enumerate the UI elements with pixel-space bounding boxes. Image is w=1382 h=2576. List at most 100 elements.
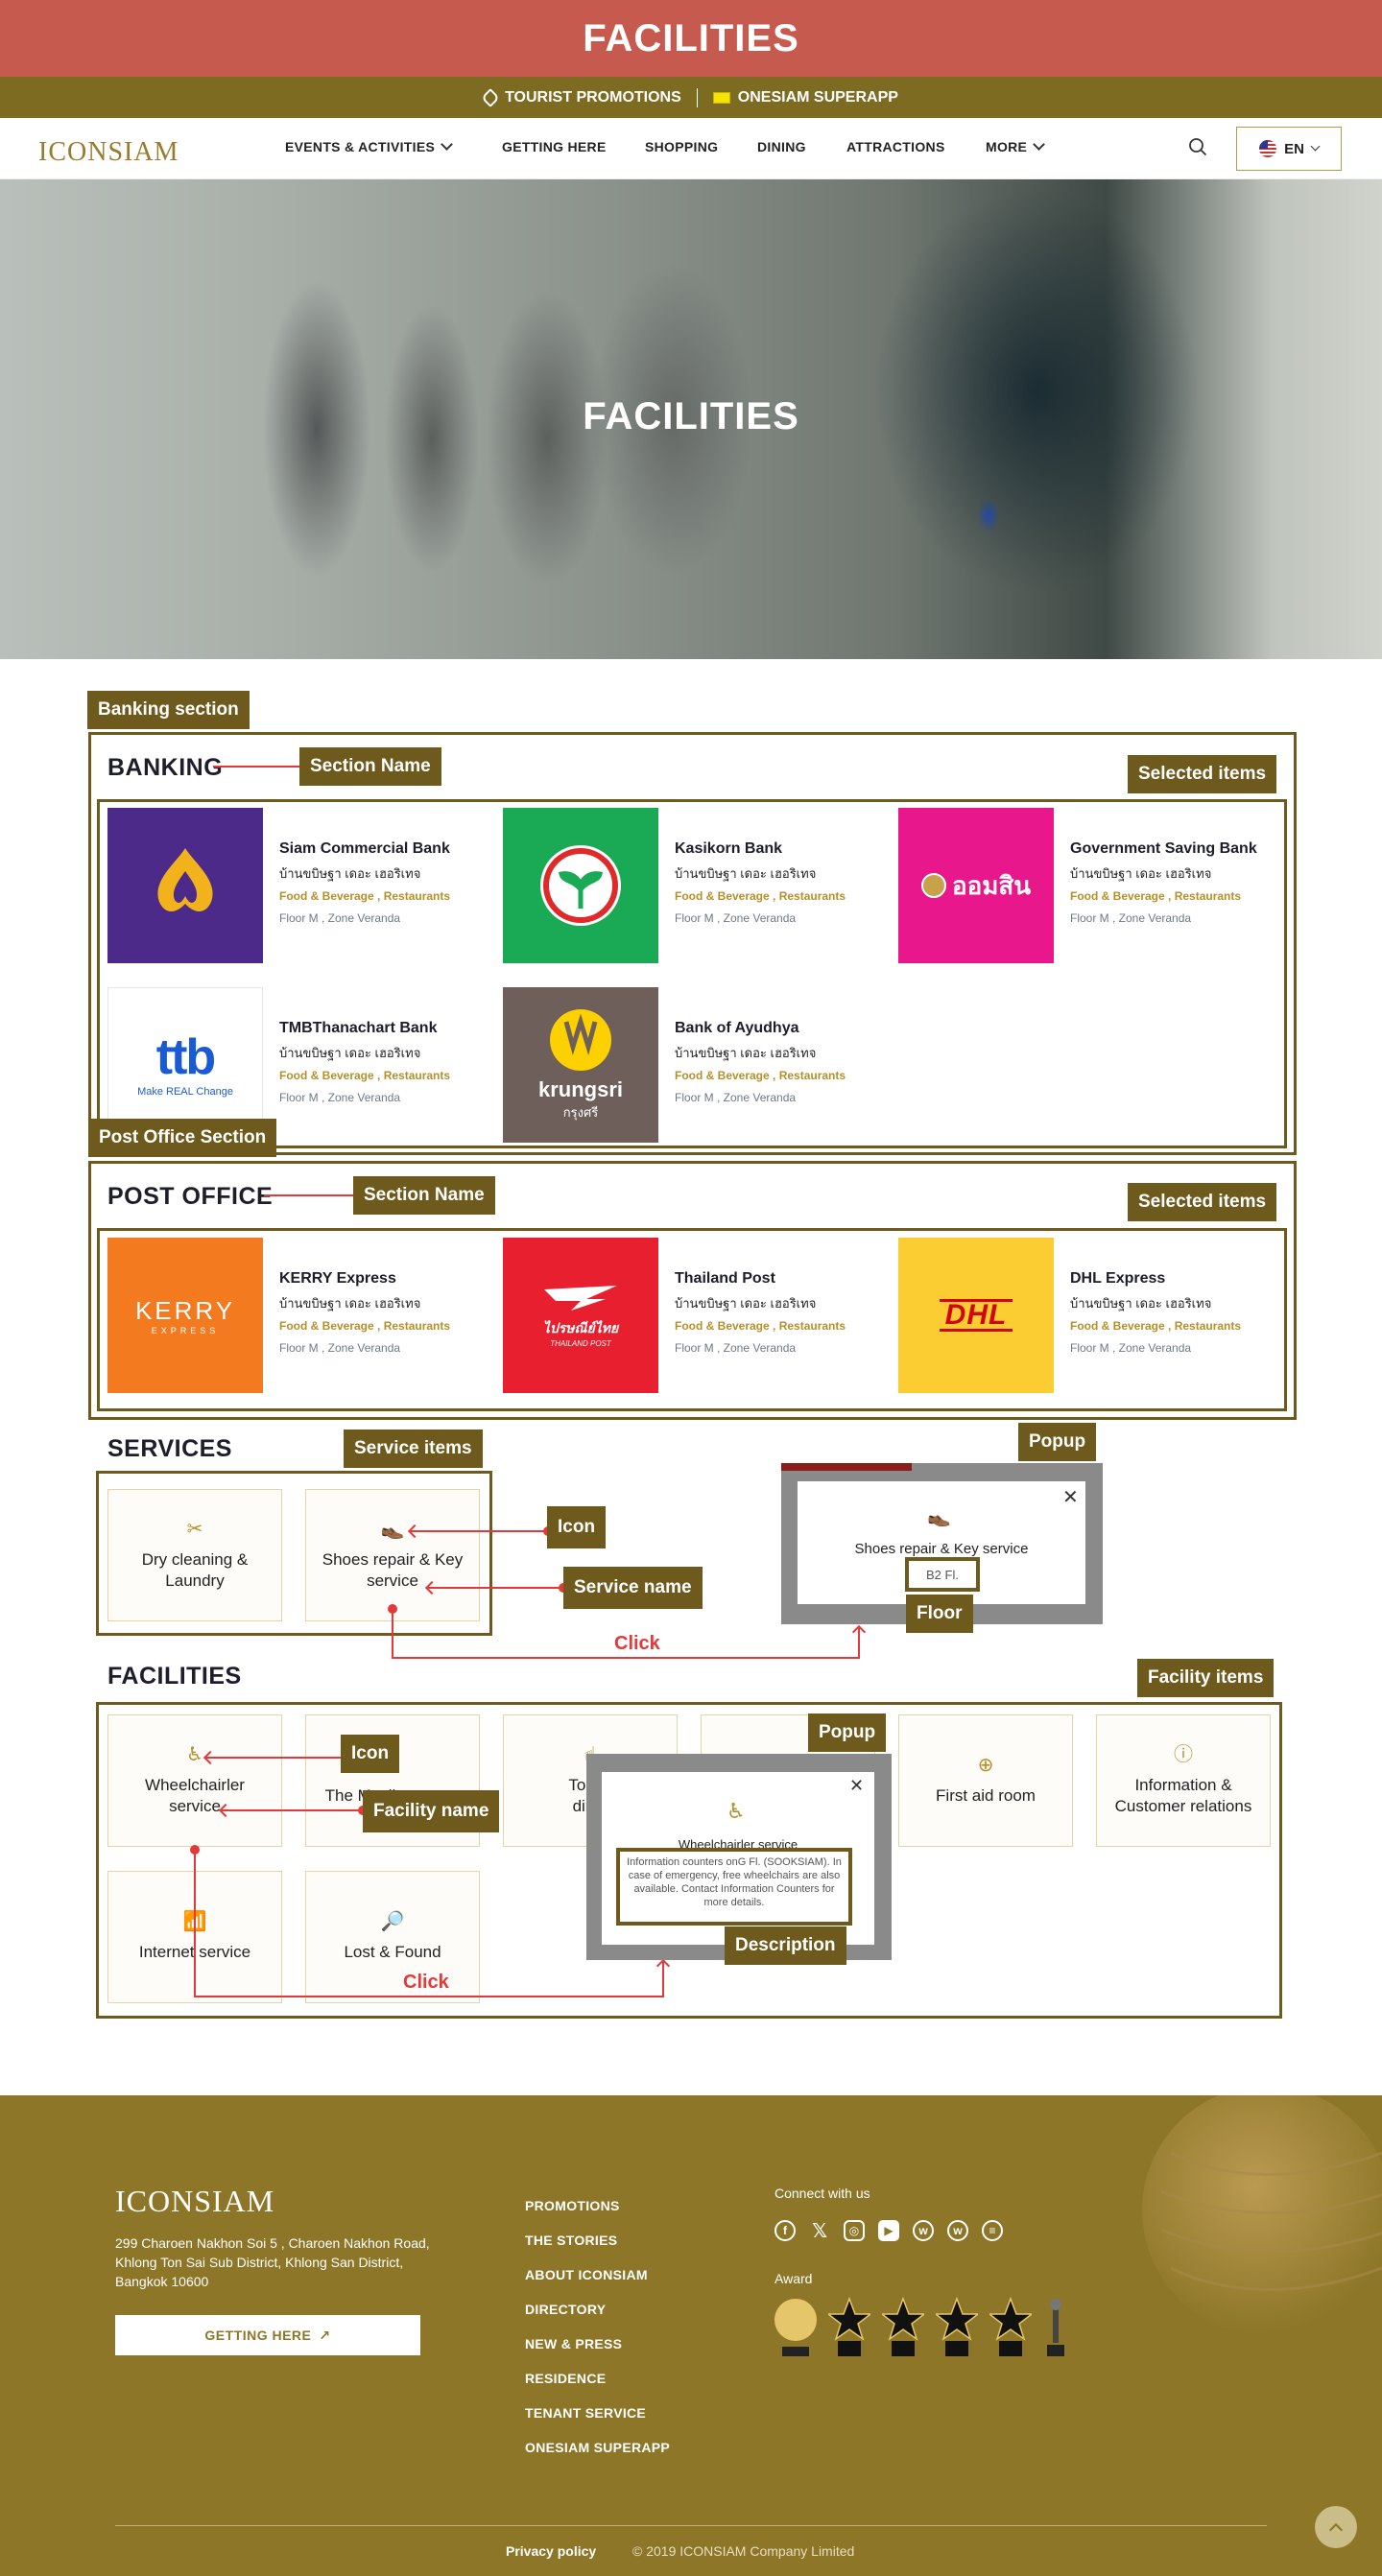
store-floor: Floor M , Zone Veranda bbox=[1070, 1341, 1192, 1355]
thailand-post-wing-icon bbox=[544, 1285, 617, 1311]
kerry-logo-sub: EXPRESS bbox=[151, 1325, 220, 1335]
annotation-post-office-section: Post Office Section bbox=[88, 1119, 277, 1157]
store-info: TMBThanachart Bank บ้านขบิษฐา เดอะ เฮอริ… bbox=[279, 1020, 500, 1104]
store-card-thailand-post[interactable]: ไปรษณีย์ไทย THAILAND POST bbox=[503, 1238, 658, 1393]
footer-link-tenant-service[interactable]: TENANT SERVICE bbox=[525, 2405, 646, 2421]
onesiam-superapp-link[interactable]: ONESIAM SUPERAPP bbox=[712, 88, 898, 106]
privacy-policy-link[interactable]: Privacy policy bbox=[506, 2543, 596, 2559]
store-card-kasikorn[interactable] bbox=[503, 808, 658, 963]
krungsri-logo-text: krungsri bbox=[537, 1076, 624, 1101]
connect-label: Connect with us bbox=[774, 2186, 870, 2201]
store-name: Bank of Ayudhya bbox=[675, 1020, 799, 1036]
krungsri-emblem-icon bbox=[550, 1008, 611, 1071]
footer-link-about[interactable]: ABOUT ICONSIAM bbox=[525, 2267, 648, 2282]
info-icon: ⓘ bbox=[1174, 1744, 1193, 1765]
language-selector[interactable]: EN bbox=[1236, 127, 1342, 171]
facebook-icon[interactable]: f bbox=[774, 2220, 796, 2241]
annotation-line bbox=[392, 1609, 393, 1657]
tourist-promotions-label: TOURIST PROMOTIONS bbox=[505, 88, 681, 106]
store-info: Bank of Ayudhya บ้านขบิษฐา เดอะ เฮอริเทจ… bbox=[675, 1020, 895, 1104]
onesiam-superapp-label: ONESIAM SUPERAPP bbox=[737, 88, 898, 106]
store-info: Siam Commercial Bank บ้านขบิษฐา เดอะ เฮอ… bbox=[279, 840, 500, 925]
chevron-up-icon bbox=[1328, 2522, 1344, 2537]
footer-link-directory[interactable]: DIRECTORY bbox=[525, 2302, 606, 2317]
krungsri-logo: krungsri กรุงศรี bbox=[503, 987, 658, 1143]
ttb-tagline: Make REAL Change bbox=[137, 1086, 233, 1098]
back-to-top-button[interactable] bbox=[1315, 2506, 1357, 2548]
weibo-icon[interactable]: w bbox=[913, 2220, 934, 2241]
annotation-line bbox=[213, 766, 299, 768]
iconsiam-logo[interactable]: ICONSIAM bbox=[38, 137, 179, 168]
youtube-icon[interactable]: ▶ bbox=[878, 2220, 899, 2241]
store-category: Food & Beverage , Restaurants bbox=[279, 889, 451, 903]
x-icon[interactable]: 𝕏 bbox=[809, 2220, 830, 2242]
footer-logo[interactable]: ICONSIAM bbox=[115, 2184, 274, 2219]
language-label: EN bbox=[1284, 140, 1304, 157]
facility-first-aid[interactable]: ⊕ First aid room bbox=[898, 1714, 1073, 1847]
annotation-line bbox=[222, 1809, 364, 1811]
store-category: Food & Beverage , Restaurants bbox=[675, 889, 846, 903]
store-name: Government Saving Bank bbox=[1070, 840, 1257, 857]
popup-service-name: Shoes repair & Key service bbox=[854, 1541, 1029, 1557]
nav-getting-here[interactable]: GETTING HERE bbox=[502, 139, 607, 154]
kasikorn-emblem-icon bbox=[540, 845, 621, 926]
store-subtitle: บ้านขบิษฐา เดอะ เฮอริเทจ bbox=[675, 1296, 817, 1311]
footer-divider bbox=[115, 2525, 1267, 2526]
nav-label: MORE bbox=[986, 139, 1028, 154]
store-floor: Floor M , Zone Veranda bbox=[279, 1091, 401, 1104]
annotation-facility-name: Facility name bbox=[363, 1790, 500, 1832]
facility-information[interactable]: ⓘ Information & Customer relations bbox=[1096, 1714, 1271, 1847]
footer-decoration bbox=[1142, 2095, 1382, 2335]
page-title: FACILITIES bbox=[583, 16, 799, 59]
store-card-scb[interactable] bbox=[107, 808, 263, 963]
facility-wheelchair[interactable]: ♿ Wheelchairler service bbox=[107, 1714, 282, 1847]
facility-name: First aid room bbox=[936, 1786, 1036, 1805]
service-shoes-repair[interactable]: 👞 Shoes repair & Key service bbox=[305, 1489, 480, 1621]
thailand-post-logo-text: ไปรษณีย์ไทย bbox=[542, 1319, 619, 1335]
store-name: TMBThanachart Bank bbox=[279, 1020, 438, 1036]
line-icon[interactable]: ≡ bbox=[982, 2220, 1003, 2241]
facility-lost-found[interactable]: 🔎 Lost & Found bbox=[305, 1871, 480, 2003]
footer-link-news-press[interactable]: NEW & PRESS bbox=[525, 2336, 622, 2351]
service-name: Dry cleaning & Laundry bbox=[141, 1550, 249, 1590]
getting-here-button[interactable]: GETTING HERE ↗ bbox=[115, 2315, 420, 2355]
popup-accent bbox=[781, 1463, 912, 1471]
store-info: Thailand Post บ้านขบิษฐา เดอะ เฮอริเทจ F… bbox=[675, 1270, 895, 1355]
footer-link-promotions[interactable]: PROMOTIONS bbox=[525, 2198, 620, 2213]
annotation-click: Click bbox=[403, 1972, 449, 1993]
shoe-icon: 👞 bbox=[927, 1506, 951, 1527]
close-icon[interactable]: ✕ bbox=[849, 1776, 864, 1796]
annotation-line bbox=[194, 1850, 196, 1997]
arrowhead bbox=[851, 1624, 867, 1640]
store-card-gsb[interactable]: ออมสิน bbox=[898, 808, 1054, 963]
annotation-section-name: Section Name bbox=[299, 747, 441, 786]
store-info: DHL Express บ้านขบิษฐา เดอะ เฮอริเทจ Foo… bbox=[1070, 1270, 1291, 1355]
award-star-icon bbox=[936, 2297, 978, 2356]
dhl-logo: DHL bbox=[898, 1238, 1054, 1393]
service-dry-cleaning[interactable]: ✂ Dry cleaning & Laundry bbox=[107, 1489, 282, 1621]
close-icon[interactable]: ✕ bbox=[1062, 1485, 1079, 1509]
annotation-line bbox=[428, 1587, 564, 1589]
nav-shopping[interactable]: SHOPPING bbox=[645, 139, 718, 154]
annotation-icon: Icon bbox=[341, 1735, 400, 1773]
annotation-section-name: Section Name bbox=[353, 1176, 495, 1215]
nav-events-activities[interactable]: EVENTS & ACTIVITIES bbox=[285, 138, 453, 154]
footer-link-onesiam-superapp[interactable]: ONESIAM SUPERAPP bbox=[525, 2440, 670, 2455]
footer-link-stories[interactable]: THE STORIES bbox=[525, 2233, 617, 2248]
nav-more[interactable]: MORE bbox=[986, 138, 1046, 154]
nav-label: GETTING HERE bbox=[502, 139, 607, 154]
store-card-kerry[interactable]: KERRY EXPRESS bbox=[107, 1238, 263, 1393]
dhl-logo-text: DHL bbox=[939, 1299, 1013, 1332]
instagram-icon[interactable]: ◎ bbox=[844, 2220, 865, 2241]
store-card-dhl[interactable]: DHL bbox=[898, 1238, 1054, 1393]
footer: ICONSIAM 299 Charoen Nakhon Soi 5 , Char… bbox=[0, 2095, 1382, 2576]
footer-link-residence[interactable]: RESIDENCE bbox=[525, 2371, 606, 2386]
nav-attractions[interactable]: ATTRACTIONS bbox=[846, 139, 945, 154]
search-icon[interactable] bbox=[1188, 137, 1207, 156]
store-card-krungsri[interactable]: krungsri กรุงศรี bbox=[503, 987, 658, 1143]
store-subtitle: บ้านขบิษฐา เดอะ เฮอริเทจ bbox=[675, 866, 817, 881]
store-category: Food & Beverage , Restaurants bbox=[675, 1069, 846, 1082]
wechat-icon[interactable]: w bbox=[947, 2220, 968, 2241]
tourist-promotions-link[interactable]: TOURIST PROMOTIONS bbox=[481, 87, 681, 107]
nav-dining[interactable]: DINING bbox=[757, 139, 806, 154]
